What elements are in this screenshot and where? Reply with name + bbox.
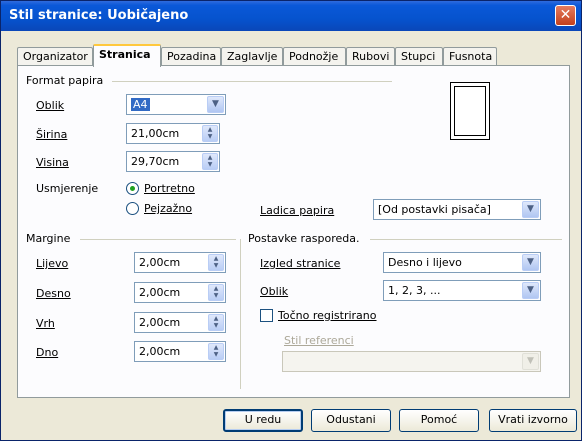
tab-pozadina[interactable]: Pozadina [161, 47, 221, 66]
close-button[interactable]: ✕ [555, 5, 576, 26]
vertical-divider [240, 239, 241, 389]
page-style-dialog: Stil stranice: Uobičajeno ✕ Organizator … [0, 0, 582, 441]
paper-format-heading: Format papira [26, 74, 104, 87]
margin-bottom-label: Dno [36, 346, 59, 359]
width-label: Širina [36, 128, 68, 141]
paper-tray-label: Ladica papira [260, 204, 335, 217]
tab-zaglavlje[interactable]: Zaglavlje [221, 47, 283, 66]
margins-heading: Margine [26, 232, 71, 245]
cancel-button[interactable]: Odustani [311, 409, 391, 432]
dialog-title: Stil stranice: Uobičajeno [9, 8, 189, 23]
margin-left-label: Lijevo [36, 257, 69, 270]
tab-organizator[interactable]: Organizator [17, 47, 93, 66]
tab-fusnota[interactable]: Fusnota [443, 47, 497, 66]
register-true-checkbox[interactable] [260, 309, 273, 322]
layout-settings-separator [370, 239, 562, 240]
margin-top-label: Vrh [36, 317, 55, 330]
margins-separator [80, 239, 236, 240]
orientation-label: Usmjerenje [36, 182, 99, 195]
format-label: Oblik [36, 99, 65, 112]
width-field[interactable]: 21,00cm ▲ ▼ [126, 123, 220, 144]
ok-button[interactable]: U redu [223, 409, 303, 432]
reference-style-select[interactable]: ▼ [282, 351, 541, 372]
chevron-down-icon[interactable]: ▼ [207, 96, 224, 113]
height-field[interactable]: 29,70cm ▲ ▼ [126, 151, 220, 172]
portrait-label[interactable]: Portretno [144, 182, 195, 195]
spin-arrows-icon[interactable]: ▲ ▼ [208, 343, 224, 360]
spin-arrows-icon[interactable]: ▲ ▼ [202, 153, 218, 170]
spin-arrows-icon[interactable]: ▲ ▼ [208, 314, 224, 331]
chevron-down-icon: ▼ [522, 353, 539, 370]
tab-panel-stranica: Format papira Oblik A4 ▼ Širina 21,00cm … [17, 65, 570, 398]
reset-button[interactable]: Vrati izvorno [489, 409, 577, 432]
margin-right-field[interactable]: 2,00cm ▲ ▼ [134, 282, 226, 303]
margin-left-field[interactable]: 2,00cm ▲ ▼ [134, 252, 226, 273]
chevron-down-icon[interactable]: ▼ [522, 254, 539, 271]
layout-settings-heading: Postavke rasporeda. [248, 232, 360, 245]
spin-arrows-icon[interactable]: ▲ ▼ [208, 254, 224, 271]
register-true-label[interactable]: Točno registrirano [278, 309, 377, 322]
number-format-select[interactable]: 1, 2, 3, ... ▼ [383, 280, 541, 301]
format-select[interactable]: A4 ▼ [126, 94, 226, 115]
help-button[interactable]: Pomoć [399, 409, 479, 432]
paper-format-separator [112, 81, 392, 82]
spin-arrows-icon[interactable]: ▲ ▼ [202, 125, 218, 142]
chevron-down-icon[interactable]: ▼ [522, 282, 539, 299]
margin-top-field[interactable]: 2,00cm ▲ ▼ [134, 312, 226, 333]
page-layout-select[interactable]: Desno i lijevo ▼ [383, 252, 541, 273]
tab-stranica[interactable]: Stranica [93, 44, 161, 67]
landscape-label[interactable]: Pejzažno [144, 202, 192, 215]
margin-right-label: Desno [36, 287, 71, 300]
chevron-down-icon[interactable]: ▼ [522, 201, 539, 218]
number-format-label: Oblik [260, 285, 289, 298]
page-layout-label: Izgled stranice [260, 257, 341, 270]
spin-arrows-icon[interactable]: ▲ ▼ [208, 284, 224, 301]
portrait-radio[interactable] [126, 182, 139, 195]
margin-bottom-field[interactable]: 2,00cm ▲ ▼ [134, 341, 226, 362]
height-label: Visina [36, 156, 69, 169]
page-preview [450, 82, 490, 140]
tab-podnozje[interactable]: Podnožje [283, 47, 346, 66]
title-bar[interactable]: Stil stranice: Uobičajeno ✕ [1, 1, 581, 31]
tab-rubovi[interactable]: Rubovi [346, 47, 395, 66]
close-icon: ✕ [559, 7, 572, 23]
tab-stupci[interactable]: Stupci [395, 47, 443, 66]
landscape-radio[interactable] [126, 202, 139, 215]
reference-style-label: Stil referenci [284, 334, 354, 347]
page-preview-margins [454, 86, 486, 136]
paper-tray-select[interactable]: [Od postavki pisača] ▼ [373, 199, 541, 220]
